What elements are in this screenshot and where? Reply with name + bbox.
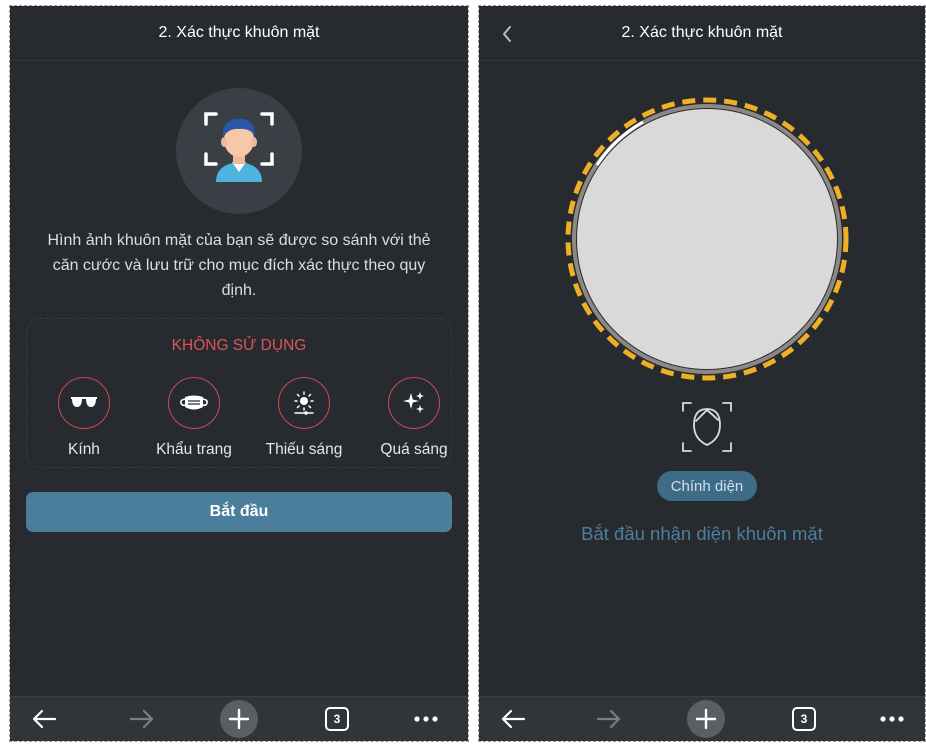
face-scan-illustration [176, 88, 302, 214]
browser-toolbar: 3 [10, 696, 468, 741]
tab-count-badge: 3 [325, 707, 349, 731]
glasses-icon [58, 377, 110, 429]
restriction-too-bright: Quá sáng [359, 377, 468, 459]
forward-arrow-icon[interactable] [581, 697, 637, 741]
sparkle-icon [388, 377, 440, 429]
description-text: Hình ảnh khuôn mặt của bạn sẽ được so sá… [47, 232, 431, 299]
restrictions-box: KHÔNG SỬ DỤNG Kính Khẩu trang Thiếu sáng… [26, 318, 452, 468]
back-chevron-icon[interactable] [497, 24, 517, 44]
restriction-label: Quá sáng [380, 441, 448, 458]
restriction-glasses: Kính [29, 377, 139, 459]
pose-badge: Chính diện [657, 471, 757, 501]
header: 2. Xác thực khuôn mặt [479, 6, 925, 61]
back-arrow-icon[interactable] [485, 697, 541, 741]
face-frame-icon [677, 397, 737, 457]
restrictions-title: KHÔNG SỬ DỤNG [171, 337, 307, 354]
start-button[interactable]: Bắt đầu [26, 492, 452, 532]
status-text: Bắt đầu nhận diện khuôn mặt [581, 523, 823, 544]
restriction-low-light: Thiếu sáng [249, 377, 359, 459]
more-menu-icon[interactable] [864, 697, 920, 741]
restriction-mask: Khẩu trang [139, 377, 249, 459]
low-light-icon [278, 377, 330, 429]
restriction-label: Kính [68, 441, 100, 458]
person-avatar-icon [204, 112, 274, 182]
camera-preview [563, 95, 851, 383]
capture-screen: 2. Xác thực khuôn mặt Chính diện Bắt đầu… [478, 5, 926, 742]
page-title: 2. Xác thực khuôn mặt [158, 24, 320, 41]
tab-count-badge: 3 [792, 707, 816, 731]
new-tab-plus-icon[interactable] [678, 697, 734, 741]
back-arrow-icon[interactable] [16, 697, 72, 741]
tab-switcher-button[interactable]: 3 [776, 697, 832, 741]
page-title: 2. Xác thực khuôn mặt [621, 24, 783, 41]
forward-arrow-icon[interactable] [114, 697, 170, 741]
browser-toolbar: 3 [479, 696, 925, 741]
more-menu-icon[interactable] [398, 697, 454, 741]
new-tab-plus-icon[interactable] [211, 697, 267, 741]
tab-switcher-button[interactable]: 3 [309, 697, 365, 741]
face-mask-icon [168, 377, 220, 429]
restriction-label: Khẩu trang [156, 441, 232, 458]
intro-screen: 2. Xác thực khuôn mặt Hình ảnh khuôn mặt… [9, 5, 469, 742]
restriction-label: Thiếu sáng [265, 441, 343, 458]
header: 2. Xác thực khuôn mặt [10, 6, 468, 61]
